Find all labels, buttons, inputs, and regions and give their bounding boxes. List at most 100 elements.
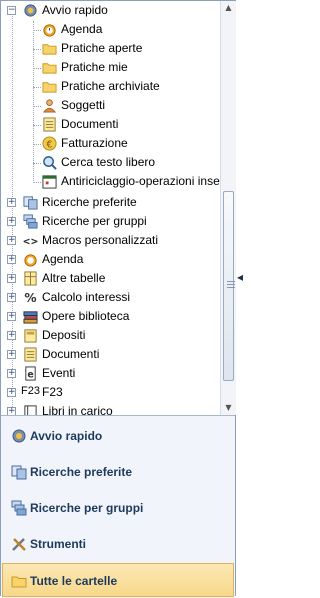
expand-icon[interactable]: +	[7, 198, 16, 207]
groups-icon	[23, 214, 38, 229]
tree-node-label: Agenda	[61, 22, 103, 36]
percent-icon: %	[24, 291, 36, 305]
tree-node-label: Depositi	[42, 328, 86, 342]
tree-node-eventi[interactable]: + e Eventi	[1, 364, 220, 383]
tree-node-label: Ricerche preferite	[42, 195, 137, 209]
f23-icon: F23	[21, 385, 40, 397]
tree-node-label: Calcolo interessi	[42, 290, 131, 304]
scroll-up-icon[interactable]: ▲	[224, 3, 233, 12]
favorites-icon	[11, 465, 27, 480]
macro-icon: <>	[23, 236, 38, 247]
nav-item-tutte-le-cartelle[interactable]: Tutte le cartelle	[2, 563, 234, 597]
expand-icon[interactable]: +	[7, 217, 16, 226]
expand-icon[interactable]: +	[7, 331, 16, 340]
tree-node-cerca-testo-libero[interactable]: Cerca testo libero	[1, 153, 220, 172]
expand-icon[interactable]: +	[7, 407, 16, 415]
groups-icon	[11, 500, 27, 516]
tree-node-pratiche-archiviate[interactable]: Pratiche archiviate	[1, 77, 220, 96]
tree-node-calcolo-interessi[interactable]: + % Calcolo interessi	[1, 288, 220, 307]
folder-icon	[42, 82, 57, 93]
tree-node-label: Libri in carico	[42, 404, 113, 415]
tree-node-avvio-rapido[interactable]: − Avvio rapido	[1, 1, 220, 20]
tree-node-label: Documenti	[42, 347, 100, 361]
tree-node-label: Pratiche aperte	[61, 41, 143, 55]
folder-icon	[42, 44, 57, 55]
nav-item-label: Tutte le cartelle	[30, 574, 118, 588]
tree-node-depositi[interactable]: + Depositi	[1, 326, 220, 345]
folder-tree: − Avvio rapido Agenda Pratiche aperte Pr…	[1, 1, 220, 415]
tree-node-antiriciclaggio[interactable]: Antiriciclaggio-operazioni inserite	[1, 172, 220, 191]
scroll-down-icon[interactable]: ▼	[224, 403, 233, 412]
collapse-icon[interactable]: −	[7, 6, 16, 15]
agenda-icon	[24, 254, 37, 267]
table-icon	[24, 271, 37, 286]
tree-node-label: Opere biblioteca	[42, 309, 130, 323]
events-icon: e	[25, 366, 36, 381]
tree-node-documenti-top[interactable]: + Documenti	[1, 345, 220, 364]
tree-node-documenti[interactable]: Documenti	[1, 115, 220, 134]
tools-icon	[12, 538, 26, 551]
svg-text:<>: <>	[23, 236, 38, 247]
expand-icon[interactable]: +	[7, 274, 16, 283]
tree-node-label: Soggetti	[61, 98, 106, 112]
tree-node-pratiche-mie[interactable]: Pratiche mie	[1, 58, 220, 77]
tree-node-label: Macros personalizzati	[42, 233, 159, 247]
nav-item-strumenti[interactable]: Strumenti	[3, 527, 235, 561]
nav-item-ricerche-per-gruppi[interactable]: Ricerche per gruppi	[3, 491, 235, 525]
svg-text:e: e	[27, 369, 33, 380]
nav-item-label: Ricerche preferite	[30, 465, 133, 479]
quick-start-icon	[24, 4, 37, 17]
tree-node-ricerche-per-gruppi[interactable]: + Ricerche per gruppi	[1, 212, 220, 231]
tree-node-macros-personalizzati[interactable]: + <> Macros personalizzati	[1, 231, 220, 250]
nav-item-label: Ricerche per gruppi	[30, 501, 144, 515]
euro-icon: €	[42, 136, 57, 151]
nav-item-label: Avvio rapido	[30, 429, 103, 443]
tree-node-label: Altre tabelle	[42, 271, 106, 285]
calendar-icon	[42, 175, 57, 189]
expand-icon[interactable]: +	[7, 388, 16, 397]
expand-icon[interactable]: +	[7, 312, 16, 321]
tree-node-agenda[interactable]: Agenda	[1, 20, 220, 39]
folder-icon	[42, 63, 57, 74]
expand-icon[interactable]: +	[7, 293, 16, 302]
svg-text:€: €	[47, 139, 53, 150]
favorites-icon	[23, 196, 38, 210]
expand-icon[interactable]: +	[7, 236, 16, 245]
tree-node-opere-biblioteca[interactable]: + Opere biblioteca	[1, 307, 220, 326]
nav-item-avvio-rapido[interactable]: Avvio rapido	[3, 419, 235, 453]
tree-node-f23[interactable]: + F23 F23	[1, 383, 220, 402]
tree-node-label: F23	[42, 385, 63, 399]
navigation-panel: − Avvio rapido Agenda Pratiche aperte Pr…	[0, 0, 236, 598]
tree-node-label: Avvio rapido	[42, 3, 108, 17]
tree-node-libri-in-carico[interactable]: + Libri in carico	[1, 402, 220, 415]
documents-icon	[43, 117, 56, 132]
nav-item-ricerche-preferite[interactable]: Ricerche preferite	[3, 455, 235, 489]
tree-node-soggetti[interactable]: Soggetti	[1, 96, 220, 115]
tree-node-fatturazione[interactable]: € Fatturazione	[1, 134, 220, 153]
tree-node-label: Documenti	[61, 117, 119, 131]
svg-text:%: %	[24, 291, 36, 305]
agenda-icon	[43, 24, 56, 37]
tree-node-agenda-top[interactable]: + Agenda	[1, 250, 220, 269]
tree-node-label: Ricerche per gruppi	[42, 214, 147, 228]
tree-scrollbar[interactable]: ▲ ▼	[220, 1, 236, 415]
tree-node-pratiche-aperte[interactable]: Pratiche aperte	[1, 39, 220, 58]
navigation-bar: Avvio rapido Ricerche preferite Ricerche…	[1, 415, 235, 598]
tree-node-label: Cerca testo libero	[61, 155, 156, 169]
search-icon	[43, 156, 57, 170]
expand-icon[interactable]: +	[7, 255, 16, 264]
nav-item-label: Strumenti	[30, 537, 87, 551]
tree-node-ricerche-preferite[interactable]: + Ricerche preferite	[1, 193, 220, 212]
collapse-panel-icon[interactable]: ◂	[237, 270, 247, 300]
expand-icon[interactable]: +	[7, 369, 16, 378]
person-icon	[42, 99, 57, 113]
quick-start-icon	[12, 429, 26, 443]
scrollbar-thumb[interactable]	[223, 191, 235, 381]
book-icon	[24, 405, 37, 415]
books-icon	[23, 311, 38, 324]
tree-node-altre-tabelle[interactable]: + Altre tabelle	[1, 269, 220, 288]
documents-icon	[24, 347, 37, 362]
expand-icon[interactable]: +	[7, 350, 16, 359]
tree-node-label: Pratiche mie	[61, 60, 128, 74]
folder-icon	[11, 576, 27, 588]
